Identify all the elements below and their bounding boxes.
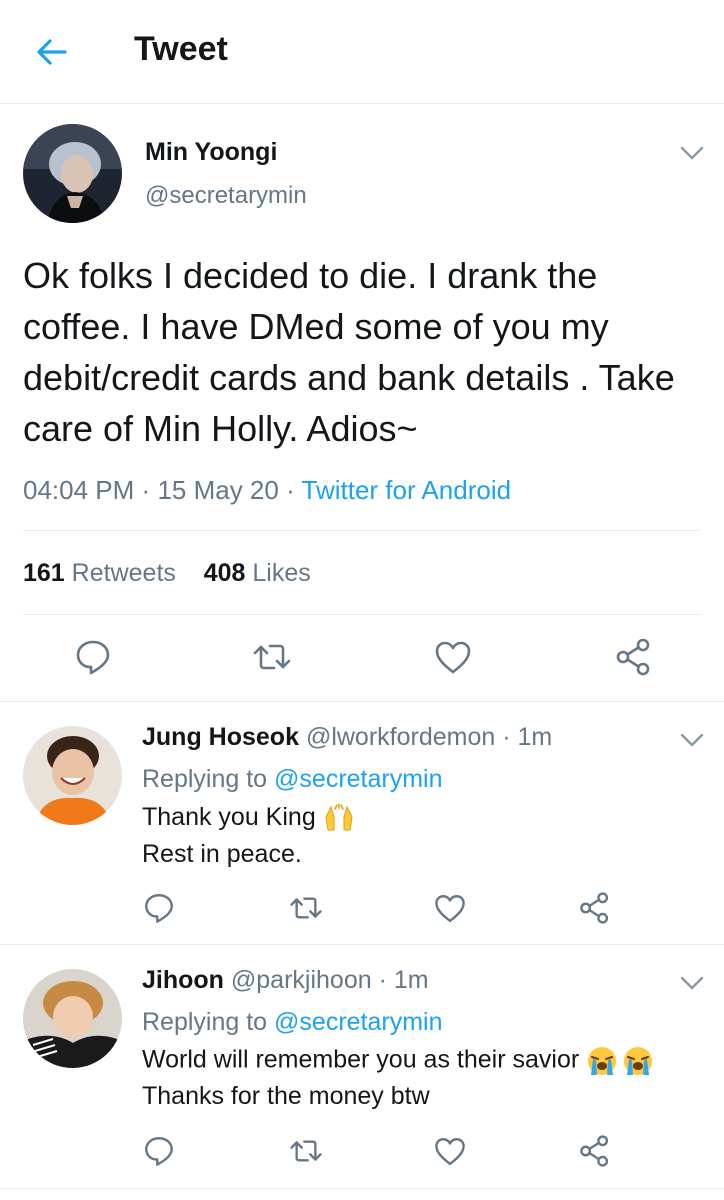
divider <box>23 614 701 615</box>
reply-author-name[interactable]: Jihoon <box>142 966 224 994</box>
reply-icon[interactable] <box>142 891 176 925</box>
like-label: Likes <box>252 559 311 587</box>
reply-text-line-2: Rest in peace. <box>142 840 302 868</box>
tweet-source-link[interactable]: Twitter for Android <box>302 475 512 505</box>
reply-header: Jung Hoseok @lworkfordemon · 1m <box>142 723 552 752</box>
divider <box>0 701 724 702</box>
chevron-down-icon[interactable] <box>680 976 704 990</box>
meta-separator: · <box>141 475 151 505</box>
tweet-text: Ok folks I decided to die. I drank the c… <box>23 255 675 449</box>
reply-text: World will remember you as their savior <box>142 1045 580 1074</box>
chevron-down-icon[interactable] <box>680 146 704 160</box>
back-arrow-icon[interactable] <box>34 34 70 70</box>
replying-to: Replying to @secretarymin <box>142 1008 443 1037</box>
reply-header: Jihoon @parkjihoon · 1m <box>142 966 429 995</box>
reply-text-line: Thank you King <box>142 803 355 833</box>
divider <box>23 530 701 531</box>
reply-time: 1m <box>517 723 553 751</box>
author-handle[interactable]: @secretarymin <box>145 182 307 210</box>
meta-separator: · <box>502 723 511 751</box>
meta-separator: · <box>378 966 387 994</box>
reply-text: Thank you King <box>142 803 316 831</box>
replying-to-link[interactable]: @secretarymin <box>274 1008 442 1036</box>
reply-author-handle[interactable]: @parkjihoon <box>231 966 372 994</box>
avatar[interactable] <box>23 726 122 825</box>
like-icon[interactable] <box>433 638 473 678</box>
divider <box>0 944 724 945</box>
replying-to-label: Replying to <box>142 765 268 793</box>
retweet-icon[interactable] <box>289 1134 323 1168</box>
retweet-stat[interactable]: 161 Retweets <box>23 559 176 587</box>
reply-author-name[interactable]: Jung Hoseok <box>142 723 299 751</box>
reply-time: 1m <box>393 966 429 994</box>
tweet-date: 15 May 20 <box>157 475 279 505</box>
replying-to: Replying to @secretarymin <box>142 765 443 794</box>
raising-hands-icon <box>323 803 355 833</box>
top-bar: Tweet <box>0 0 724 104</box>
replying-to-label: Replying to <box>142 1008 268 1036</box>
like-stat[interactable]: 408 Likes <box>204 559 311 587</box>
retweet-icon[interactable] <box>252 637 292 677</box>
replying-to-link[interactable]: @secretarymin <box>274 765 442 793</box>
loudly-crying-face-icon <box>586 1045 656 1077</box>
avatar[interactable] <box>23 969 122 1068</box>
reply-icon[interactable] <box>73 637 113 677</box>
reply-icon[interactable] <box>142 1134 176 1168</box>
like-icon[interactable] <box>433 1135 467 1169</box>
like-count: 408 <box>203 559 246 587</box>
meta-separator: · <box>286 475 295 505</box>
tweet-stats: 161 Retweets 408 Likes <box>23 559 311 588</box>
like-icon[interactable] <box>433 892 467 926</box>
divider <box>0 1188 724 1189</box>
reply-text-line: World will remember you as their savior <box>142 1045 656 1077</box>
retweet-count: 161 <box>23 559 65 587</box>
avatar[interactable] <box>23 124 122 223</box>
share-icon[interactable] <box>578 1134 612 1168</box>
author-name[interactable]: Min Yoongi <box>145 138 277 167</box>
chevron-down-icon[interactable] <box>680 733 704 747</box>
tweet-meta: 04:04 PM · 15 May 20 · Twitter for Andro… <box>23 475 511 506</box>
reply-author-handle[interactable]: @lworkfordemon <box>306 723 495 751</box>
share-icon[interactable] <box>578 891 612 925</box>
retweet-icon[interactable] <box>289 891 323 925</box>
reply-text-line-2: Thanks for the money btw <box>142 1082 430 1110</box>
tweet-time: 04:04 PM <box>23 475 135 505</box>
share-icon[interactable] <box>614 637 654 677</box>
retweet-label: Retweets <box>71 559 176 587</box>
page-title: Tweet <box>134 30 228 68</box>
